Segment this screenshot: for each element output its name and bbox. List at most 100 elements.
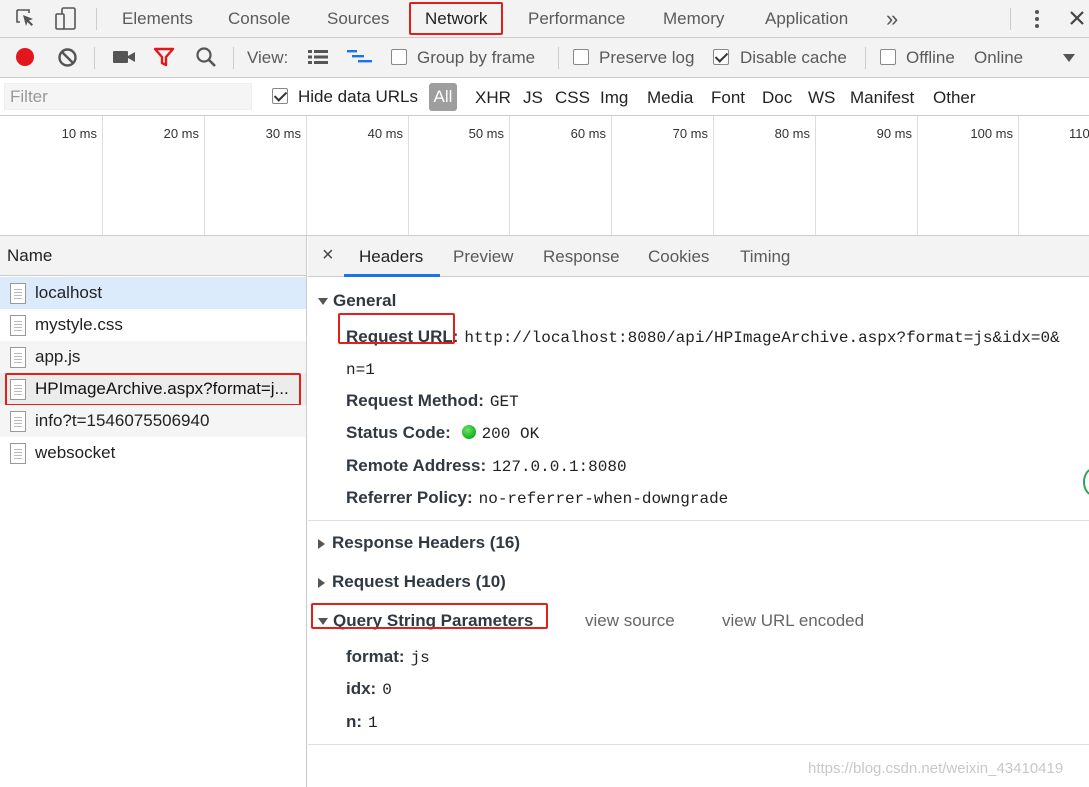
request-row-mystyle[interactable]: mystyle.css bbox=[0, 309, 306, 341]
more-options-icon[interactable] bbox=[1030, 8, 1044, 30]
large-rows-icon[interactable] bbox=[307, 49, 329, 65]
param-value: 1 bbox=[368, 714, 378, 732]
view-source-link[interactable]: view source bbox=[585, 611, 675, 631]
query-params-toggle[interactable]: Query String Parameters bbox=[318, 611, 533, 631]
param-key: idx: bbox=[346, 679, 377, 698]
search-icon[interactable] bbox=[195, 46, 217, 68]
type-filter-all-label: All bbox=[433, 87, 453, 106]
detail-tab-bar: × Headers Preview Response Cookies Timin… bbox=[308, 236, 1089, 277]
separator bbox=[94, 47, 95, 69]
status-code-value: 200 OK bbox=[481, 425, 540, 443]
status-code-row: Status Code: 200 OK bbox=[346, 423, 539, 443]
record-icon[interactable] bbox=[15, 47, 35, 67]
type-filter-font[interactable]: Font bbox=[711, 88, 745, 108]
hide-data-urls-checkbox[interactable] bbox=[272, 88, 288, 104]
timeline-column: 100 ms bbox=[918, 116, 1019, 235]
tab-performance[interactable]: Performance bbox=[528, 0, 625, 37]
request-row-localhost[interactable]: localhost bbox=[0, 277, 306, 309]
network-toolbar: View: Group by frame Preserve log Disabl… bbox=[0, 38, 1089, 78]
timeline-column: 30 ms bbox=[205, 116, 307, 235]
timeline-column: 80 ms bbox=[714, 116, 816, 235]
waterfall-overview-icon[interactable] bbox=[347, 49, 373, 66]
type-filter-all[interactable]: All bbox=[429, 83, 457, 111]
type-filter-css[interactable]: CSS bbox=[555, 88, 590, 108]
tab-sources[interactable]: Sources bbox=[327, 0, 389, 37]
timeline-tick-label: 70 ms bbox=[672, 126, 708, 141]
request-method-key: Request Method: bbox=[346, 391, 484, 410]
clear-icon[interactable] bbox=[57, 47, 78, 68]
screenshot-camera-icon[interactable] bbox=[112, 49, 136, 65]
view-url-encoded-link[interactable]: view URL encoded bbox=[722, 611, 864, 631]
timeline-tick-label: 110 bbox=[1069, 126, 1089, 141]
request-row-appjs[interactable]: app.js bbox=[0, 341, 306, 373]
group-by-frame-checkbox[interactable] bbox=[391, 49, 407, 65]
name-column-header[interactable]: Name bbox=[0, 236, 306, 276]
preserve-log-checkbox[interactable] bbox=[573, 49, 589, 65]
timeline-column: 20 ms bbox=[103, 116, 205, 235]
throttling-select[interactable]: Online bbox=[974, 48, 1023, 68]
name-column-label: Name bbox=[7, 246, 53, 265]
type-filter-doc[interactable]: Doc bbox=[762, 88, 792, 108]
group-by-frame-label[interactable]: Group by frame bbox=[417, 48, 535, 68]
param-value: 0 bbox=[382, 681, 392, 699]
tab-timing[interactable]: Timing bbox=[740, 247, 790, 267]
tab-memory[interactable]: Memory bbox=[663, 0, 724, 37]
general-section-toggle[interactable]: General bbox=[318, 291, 396, 311]
type-filter-media[interactable]: Media bbox=[647, 88, 693, 108]
filter-icon[interactable] bbox=[153, 47, 175, 68]
response-headers-title: Response Headers (16) bbox=[332, 533, 521, 552]
tab-elements[interactable]: Elements bbox=[122, 0, 193, 37]
document-icon bbox=[10, 347, 26, 368]
separator bbox=[865, 47, 866, 69]
request-row-info[interactable]: info?t=1546075506940 bbox=[0, 405, 306, 437]
timeline-tick-label: 30 ms bbox=[265, 126, 301, 141]
param-row-format: format: js bbox=[346, 647, 430, 667]
request-row-hpimagearchive[interactable]: HPImageArchive.aspx?format=j... bbox=[0, 373, 306, 405]
query-params-title: Query String Parameters bbox=[333, 611, 534, 630]
type-filter-js[interactable]: JS bbox=[523, 88, 543, 108]
disable-cache-label[interactable]: Disable cache bbox=[740, 48, 847, 68]
disable-cache-checkbox[interactable] bbox=[713, 49, 729, 65]
type-filter-img[interactable]: Img bbox=[600, 88, 628, 108]
request-url-key: Request URL: bbox=[346, 327, 459, 346]
device-toolbar-icon[interactable] bbox=[54, 6, 78, 32]
type-filter-manifest[interactable]: Manifest bbox=[850, 88, 914, 108]
request-url-value: http://localhost:8080/api/HPImageArchive… bbox=[464, 329, 1060, 347]
param-row-n: n: 1 bbox=[346, 712, 378, 732]
request-headers-toggle[interactable]: Request Headers (10) bbox=[318, 572, 506, 592]
tab-application[interactable]: Application bbox=[765, 0, 848, 37]
request-name: info?t=1546075506940 bbox=[35, 411, 210, 430]
tab-response[interactable]: Response bbox=[543, 247, 620, 267]
hide-data-urls-label[interactable]: Hide data URLs bbox=[298, 87, 418, 107]
more-tabs-button[interactable]: » bbox=[886, 0, 898, 37]
type-filter-other[interactable]: Other bbox=[933, 88, 976, 108]
param-row-idx: idx: 0 bbox=[346, 679, 392, 699]
filter-input[interactable]: Filter bbox=[4, 83, 252, 110]
close-icon[interactable] bbox=[1068, 9, 1086, 27]
offline-label[interactable]: Offline bbox=[906, 48, 955, 68]
type-filter-xhr[interactable]: XHR bbox=[475, 88, 511, 108]
type-filter-ws[interactable]: WS bbox=[808, 88, 835, 108]
referrer-policy-value: no-referrer-when-downgrade bbox=[478, 490, 729, 508]
separator bbox=[1010, 8, 1011, 30]
offline-checkbox[interactable] bbox=[880, 49, 896, 65]
document-icon bbox=[10, 443, 26, 464]
collapse-triangle-icon bbox=[318, 577, 325, 588]
tab-network[interactable]: Network bbox=[425, 0, 487, 37]
watermark: https://blog.csdn.net/weixin_43410419 bbox=[808, 760, 1064, 777]
tab-preview[interactable]: Preview bbox=[453, 247, 513, 267]
document-icon bbox=[10, 315, 26, 336]
inspect-element-icon[interactable] bbox=[15, 8, 37, 30]
timeline-column: 90 ms bbox=[816, 116, 918, 235]
close-detail-button[interactable]: × bbox=[322, 244, 334, 267]
request-name: HPImageArchive.aspx?format=j... bbox=[35, 379, 289, 398]
tab-console[interactable]: Console bbox=[228, 0, 290, 37]
tab-headers[interactable]: Headers bbox=[359, 247, 423, 267]
timeline-overview[interactable]: 10 ms 20 ms 30 ms 40 ms 50 ms 60 ms 70 m… bbox=[0, 116, 1089, 236]
response-headers-toggle[interactable]: Response Headers (16) bbox=[318, 533, 520, 553]
chevron-down-icon[interactable] bbox=[1063, 54, 1075, 62]
expand-triangle-icon bbox=[318, 618, 328, 626]
preserve-log-label[interactable]: Preserve log bbox=[599, 48, 694, 68]
tab-cookies[interactable]: Cookies bbox=[648, 247, 709, 267]
request-row-websocket[interactable]: websocket bbox=[0, 437, 306, 469]
